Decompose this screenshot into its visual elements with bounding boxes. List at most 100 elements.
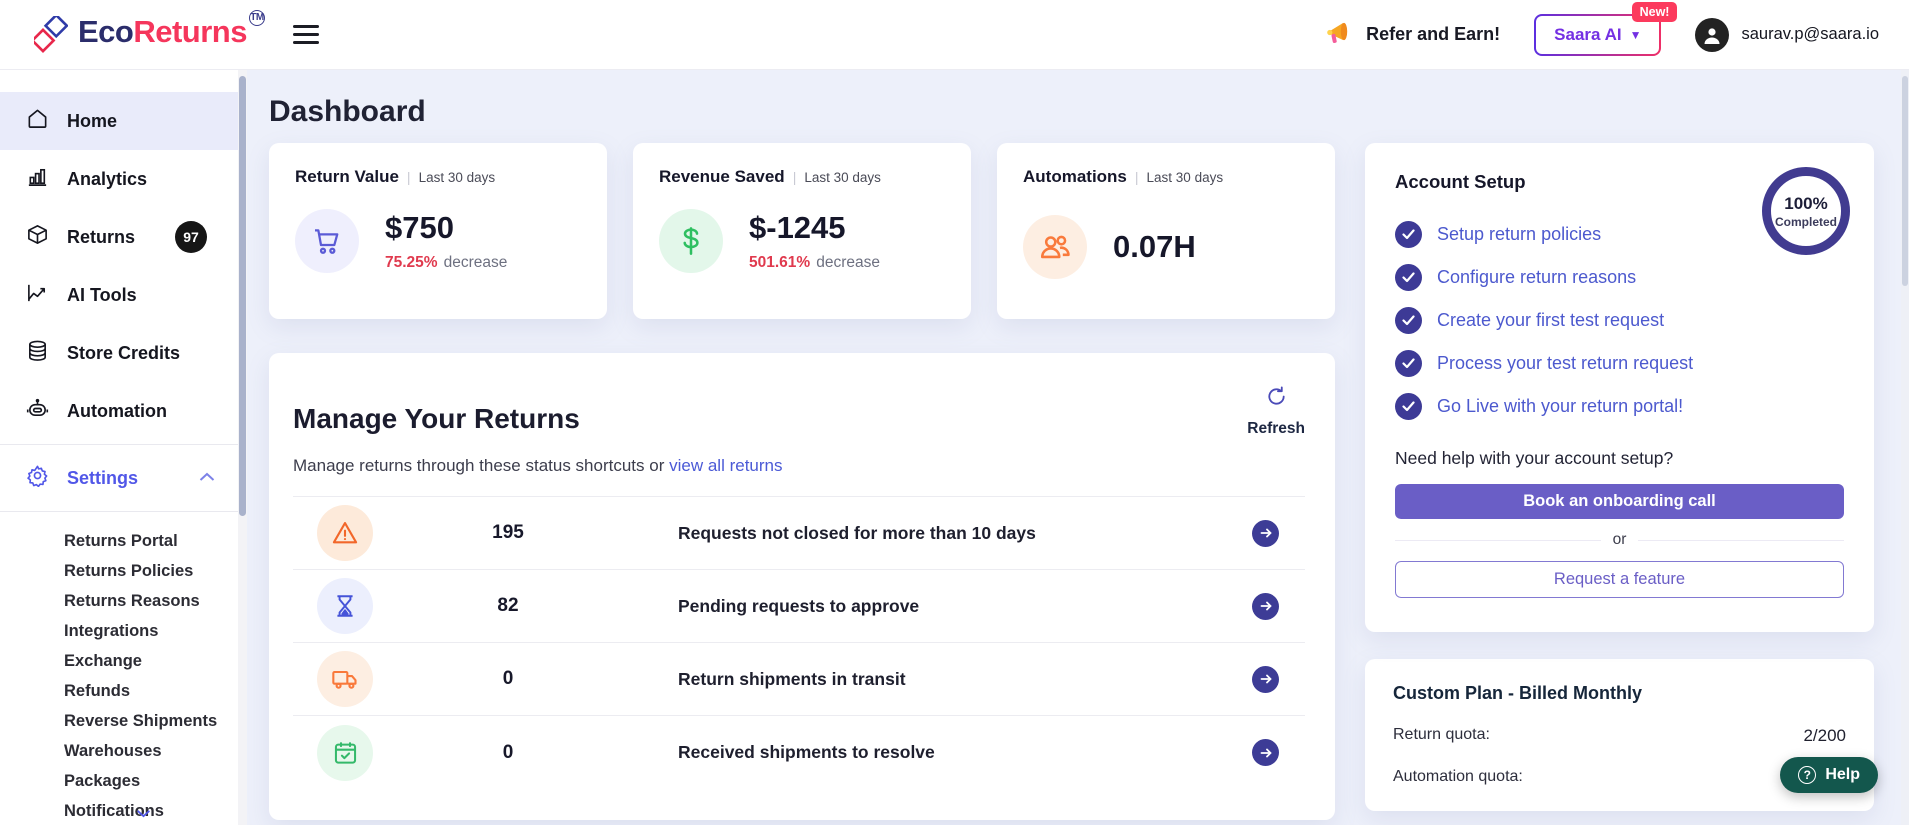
stat-value: 0.07H [1113,229,1196,265]
progress-ring: 100% Completed [1762,167,1850,255]
open-status-arrow-button[interactable] [1252,520,1279,547]
brand-logo[interactable]: EcoReturnsTM [34,8,265,61]
page-scrollbar-thumb[interactable] [1902,76,1908,286]
automation-robot-icon [26,397,49,425]
status-count: 82 [453,595,563,617]
returns-box-icon [26,223,49,251]
delta-percent: 501.61% [749,254,810,271]
trademark-symbol: TM [249,10,265,26]
sidebar-scrollbar-track[interactable] [238,70,247,825]
analytics-icon [26,165,49,193]
view-all-returns-link[interactable]: view all returns [669,456,782,475]
sidebar-item-refunds[interactable]: Refunds [0,676,247,706]
check-icon [1395,307,1422,334]
check-icon [1395,350,1422,377]
refresh-button[interactable]: Refresh [1247,385,1305,438]
stat-card-title: Return Value [295,167,399,187]
sidebar-item-automation[interactable]: Automation [0,382,247,440]
sidebar-item-notifications[interactable]: Notifications [0,796,247,825]
book-onboarding-call-button[interactable]: Book an onboarding call [1395,484,1844,519]
ai-tools-icon [26,281,49,309]
delta-direction: decrease [816,254,880,271]
sidebar-item-ai-tools[interactable]: AI Tools [0,266,247,324]
sidebar-divider [0,444,247,445]
sidebar-item-returns[interactable]: Returns 97 [0,208,247,266]
checklist-item-process-test-return[interactable]: Process your test return request [1395,350,1844,377]
refresh-label: Refresh [1247,420,1305,438]
open-status-arrow-button[interactable] [1252,593,1279,620]
sidebar-item-label: AI Tools [67,285,137,306]
separator: | [407,169,411,185]
open-status-arrow-button[interactable] [1252,739,1279,766]
stat-value: $-1245 [749,210,880,246]
store-credits-icon [26,339,49,367]
chevron-up-icon [199,469,215,487]
stat-card-automations: Automations | Last 30 days 0.07H [997,143,1335,319]
status-row-in-transit[interactable]: 0 Return shipments in transit [293,643,1305,716]
help-button[interactable]: ? Help [1780,757,1878,793]
sidebar-item-settings[interactable]: Settings [0,449,247,507]
hourglass-icon [317,578,373,634]
checklist-label: Setup return policies [1437,224,1601,245]
checklist-label: Go Live with your return portal! [1437,396,1683,417]
stat-card-period: Last 30 days [804,170,881,185]
check-icon [1395,221,1422,248]
avatar-icon [1695,18,1729,52]
status-count: 0 [453,668,563,690]
sidebar-item-packages[interactable]: Packages [0,766,247,796]
sidebar-item-reverse-shipments[interactable]: Reverse Shipments [0,706,247,736]
request-feature-button[interactable]: Request a feature [1395,561,1844,598]
sidebar-item-integrations[interactable]: Integrations [0,616,247,646]
delta-percent: 75.25% [385,254,438,271]
stat-card-period: Last 30 days [1147,170,1224,185]
status-row-pending-approve[interactable]: 82 Pending requests to approve [293,570,1305,643]
main-content: Dashboard Return Value | Last 30 days [247,70,1909,825]
sidebar-scroll-down-icon[interactable] [136,805,151,823]
checklist-item-go-live[interactable]: Go Live with your return portal! [1395,393,1844,420]
sidebar-item-returns-reasons[interactable]: Returns Reasons [0,586,247,616]
sidebar-scrollbar-thumb[interactable] [239,76,246,516]
checklist-label: Create your first test request [1437,310,1664,331]
cart-icon [295,209,359,273]
status-row-not-closed[interactable]: 195 Requests not closed for more than 10… [293,497,1305,570]
users-icon [1023,215,1087,279]
checklist-item-return-reasons[interactable]: Configure return reasons [1395,264,1844,291]
sidebar-item-exchange[interactable]: Exchange [0,646,247,676]
stat-card-revenue-saved: Revenue Saved | Last 30 days $-1245 501.… [633,143,971,319]
sidebar-item-label: Home [67,111,117,132]
delta-direction: decrease [444,254,508,271]
returns-count-badge: 97 [175,221,207,253]
stat-card-title: Automations [1023,167,1127,187]
sidebar-item-label: Returns [67,227,135,248]
hamburger-menu-icon[interactable] [293,20,319,50]
return-quota-label: Return quota: [1393,726,1490,746]
open-status-arrow-button[interactable] [1252,666,1279,693]
user-account[interactable]: saurav.p@saara.io [1695,18,1879,52]
refer-and-earn[interactable]: Refer and Earn! [1326,18,1500,51]
progress-percent: 100% [1784,194,1827,214]
new-badge: New! [1632,2,1678,22]
home-icon [26,107,49,135]
automation-quota-label: Automation quota: [1393,768,1523,786]
sidebar-item-warehouses[interactable]: Warehouses [0,736,247,766]
status-label: Return shipments in transit [678,669,906,690]
separator: | [1135,169,1139,185]
sidebar-item-home[interactable]: Home [0,92,247,150]
sidebar-item-label: Automation [67,401,167,422]
refresh-icon [1265,385,1288,413]
sidebar-item-store-credits[interactable]: Store Credits [0,324,247,382]
stat-card-return-value: Return Value | Last 30 days $750 75.25%d… [269,143,607,319]
settings-submenu: Returns Portal Returns Policies Returns … [0,516,247,825]
stat-cards-row: Return Value | Last 30 days $750 75.25%d… [269,143,1335,319]
sidebar-item-analytics[interactable]: Analytics [0,150,247,208]
checklist-label: Configure return reasons [1437,267,1636,288]
dollar-icon [659,209,723,273]
sidebar-item-returns-policies[interactable]: Returns Policies [0,556,247,586]
status-label: Requests not closed for more than 10 day… [678,523,1036,544]
status-row-received-resolve[interactable]: 0 Received shipments to resolve [293,716,1305,789]
page-scrollbar-track[interactable] [1901,70,1909,825]
plan-title: Custom Plan - Billed Monthly [1393,683,1846,704]
sidebar-item-returns-portal[interactable]: Returns Portal [0,526,247,556]
warning-icon [317,505,373,561]
checklist-item-first-test-request[interactable]: Create your first test request [1395,307,1844,334]
